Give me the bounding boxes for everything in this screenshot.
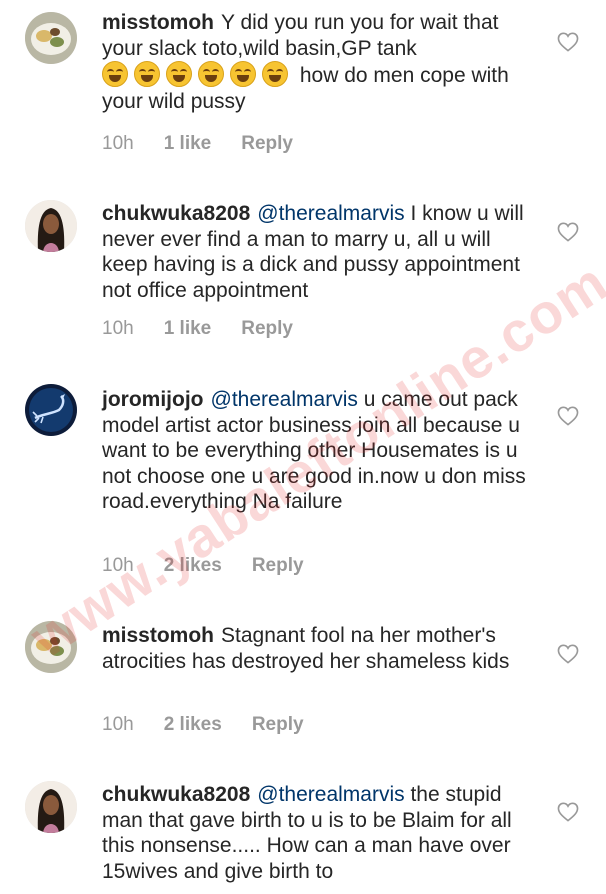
reply-button[interactable]: Reply bbox=[241, 133, 293, 154]
comment-meta: 10h 1 like Reply bbox=[102, 318, 323, 340]
laughing-emoji-icon bbox=[102, 61, 128, 87]
likes-count[interactable]: 1 like bbox=[164, 133, 212, 154]
mention-link[interactable]: @therealmarvis bbox=[211, 388, 358, 411]
avatar[interactable] bbox=[25, 200, 77, 252]
heart-icon[interactable] bbox=[557, 644, 579, 664]
mention-link[interactable]: @therealmarvis bbox=[257, 783, 404, 806]
comment-username[interactable]: misstomoh bbox=[102, 624, 214, 647]
comment-meta: 10h 1 like Reply bbox=[102, 133, 323, 155]
comment-text: chukwuka8208 @therealmarvis I know u will… bbox=[102, 201, 542, 303]
heart-icon[interactable] bbox=[557, 406, 579, 426]
woman-portrait-avatar-icon bbox=[25, 781, 77, 833]
comment-time: 10h bbox=[102, 133, 134, 154]
laughing-emoji-row bbox=[102, 61, 300, 87]
laughing-emoji-icon bbox=[134, 61, 160, 87]
reply-button[interactable]: Reply bbox=[241, 318, 293, 339]
laughing-emoji-icon bbox=[262, 61, 288, 87]
mention-link[interactable]: @therealmarvis bbox=[257, 202, 404, 225]
comment-time: 10h bbox=[102, 555, 134, 576]
comment-meta: 10h 2 likes Reply bbox=[102, 714, 334, 736]
avatar[interactable] bbox=[25, 12, 77, 64]
scorpion-avatar-icon bbox=[25, 384, 77, 436]
comment-meta: 10h 2 likes Reply bbox=[102, 555, 334, 577]
laughing-emoji-icon bbox=[198, 61, 224, 87]
avatar[interactable] bbox=[25, 384, 77, 436]
likes-count[interactable]: 1 like bbox=[164, 318, 212, 339]
laughing-emoji-icon bbox=[230, 61, 256, 87]
comment-text: chukwuka8208 @therealmarvis the stupid ma… bbox=[102, 782, 542, 884]
laughing-emoji-icon bbox=[166, 61, 192, 87]
comment-text: joromijojo @therealmarvis u came out pack… bbox=[102, 387, 542, 515]
likes-count[interactable]: 2 likes bbox=[164, 555, 222, 576]
avatar[interactable] bbox=[25, 781, 77, 833]
reply-button[interactable]: Reply bbox=[252, 714, 304, 735]
heart-icon[interactable] bbox=[557, 222, 579, 242]
woman-portrait-avatar-icon bbox=[25, 200, 77, 252]
comment-time: 10h bbox=[102, 318, 134, 339]
comment-username[interactable]: chukwuka8208 bbox=[102, 202, 250, 225]
comment-username[interactable]: misstomoh bbox=[102, 11, 214, 34]
comment-username[interactable]: joromijojo bbox=[102, 388, 204, 411]
comment-time: 10h bbox=[102, 714, 134, 735]
reply-button[interactable]: Reply bbox=[252, 555, 304, 576]
avatar[interactable] bbox=[25, 621, 77, 673]
heart-icon[interactable] bbox=[557, 32, 579, 52]
food-plate-avatar-icon bbox=[25, 12, 77, 64]
comment-text: misstomoh Y did you run you for wait that… bbox=[102, 10, 542, 114]
comment-username[interactable]: chukwuka8208 bbox=[102, 783, 250, 806]
likes-count[interactable]: 2 likes bbox=[164, 714, 222, 735]
food-plate-avatar-icon bbox=[25, 621, 77, 673]
heart-icon[interactable] bbox=[557, 802, 579, 822]
comment-text: misstomoh Stagnant fool na her mother's a… bbox=[102, 623, 542, 674]
